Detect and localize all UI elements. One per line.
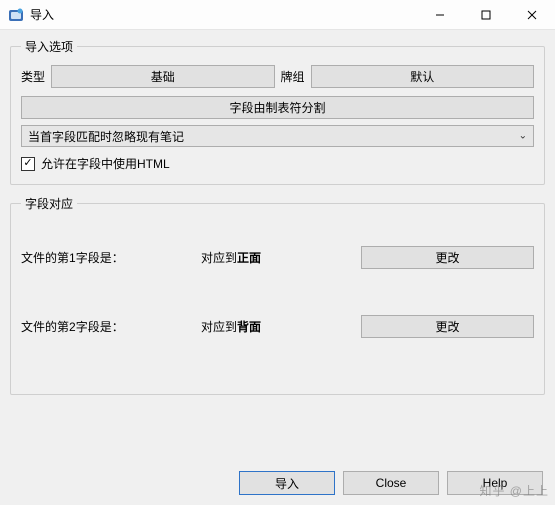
close-button[interactable]	[509, 0, 555, 30]
minimize-button[interactable]	[417, 0, 463, 30]
type-label: 类型	[21, 68, 45, 85]
app-icon	[8, 7, 24, 23]
close-dialog-button[interactable]: Close	[343, 471, 439, 495]
tab-split-label: 字段由制表符分割	[229, 99, 325, 116]
dialog-footer: 导入 Close Help	[239, 471, 543, 495]
import-options-group: 导入选项 类型 基础 牌组 默认 字段由制表符分割 当首字段匹配时忽略现有笔记 …	[10, 38, 545, 185]
type-button-label: 基础	[151, 68, 175, 85]
mapping-row-source: 文件的第1字段是：	[21, 249, 201, 266]
import-options-legend: 导入选项	[21, 38, 77, 55]
mapping-row-source: 文件的第2字段是：	[21, 318, 201, 335]
import-mode-select[interactable]: 当首字段匹配时忽略现有笔记 ⌄	[21, 125, 534, 147]
import-mode-value: 当首字段匹配时忽略现有笔记	[28, 128, 184, 145]
tab-split-button[interactable]: 字段由制表符分割	[21, 96, 534, 119]
mapping-row: 文件的第1字段是： 对应到正面 更改	[21, 246, 534, 269]
chevron-down-icon: ⌄	[519, 131, 527, 142]
allow-html-checkbox[interactable]: ✓	[21, 157, 35, 171]
window-title: 导入	[30, 6, 54, 23]
change-mapping-button[interactable]: 更改	[361, 315, 534, 338]
change-mapping-button[interactable]: 更改	[361, 246, 534, 269]
type-button[interactable]: 基础	[51, 65, 274, 88]
deck-label: 牌组	[281, 68, 305, 85]
field-mapping-group: 字段对应 文件的第1字段是： 对应到正面 更改 文件的第2字段是：	[10, 195, 545, 395]
field-mapping-legend: 字段对应	[21, 195, 77, 212]
help-button[interactable]: Help	[447, 471, 543, 495]
maximize-button[interactable]	[463, 0, 509, 30]
import-button[interactable]: 导入	[239, 471, 335, 495]
titlebar: 导入	[0, 0, 555, 30]
deck-button-label: 默认	[410, 68, 434, 85]
mapping-row-target: 对应到正面	[201, 249, 361, 266]
mapping-row-target: 对应到背面	[201, 318, 361, 335]
mapping-row: 文件的第2字段是： 对应到背面 更改	[21, 315, 534, 338]
allow-html-label: 允许在字段中使用HTML	[41, 155, 170, 172]
deck-button[interactable]: 默认	[311, 65, 534, 88]
